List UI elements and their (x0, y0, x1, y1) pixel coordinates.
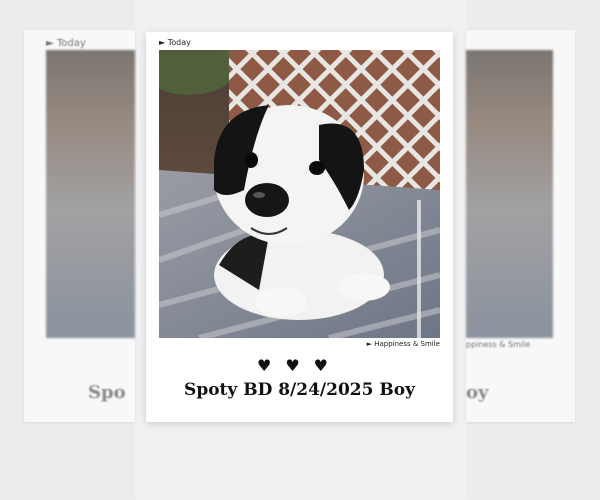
ghost-photo-left (46, 50, 135, 338)
puppy-card: ► Today ► Happiness & Smile ♥♥♥ Spoty BD… (146, 32, 453, 422)
hearts-decoration: ♥♥♥ (256, 356, 343, 375)
ghost-date-label: ► Today (46, 38, 86, 49)
ghost-caption-right: oy (466, 382, 489, 403)
date-label: ► Today (159, 38, 191, 47)
tag-label: ► Happiness & Smile (366, 340, 440, 348)
ghost-caption-left: Spo (88, 382, 126, 403)
ghost-tag-right: ppiness & Smile (466, 340, 531, 349)
puppy-illustration (159, 50, 440, 338)
ghost-card-left: ► Today Spo (24, 30, 135, 422)
ghost-card-right: ppiness & Smile oy (466, 30, 575, 422)
ghost-photo-right (466, 50, 553, 338)
puppy-photo (159, 50, 440, 338)
puppy-caption: Spoty BD 8/24/2025 Boy (184, 380, 415, 400)
